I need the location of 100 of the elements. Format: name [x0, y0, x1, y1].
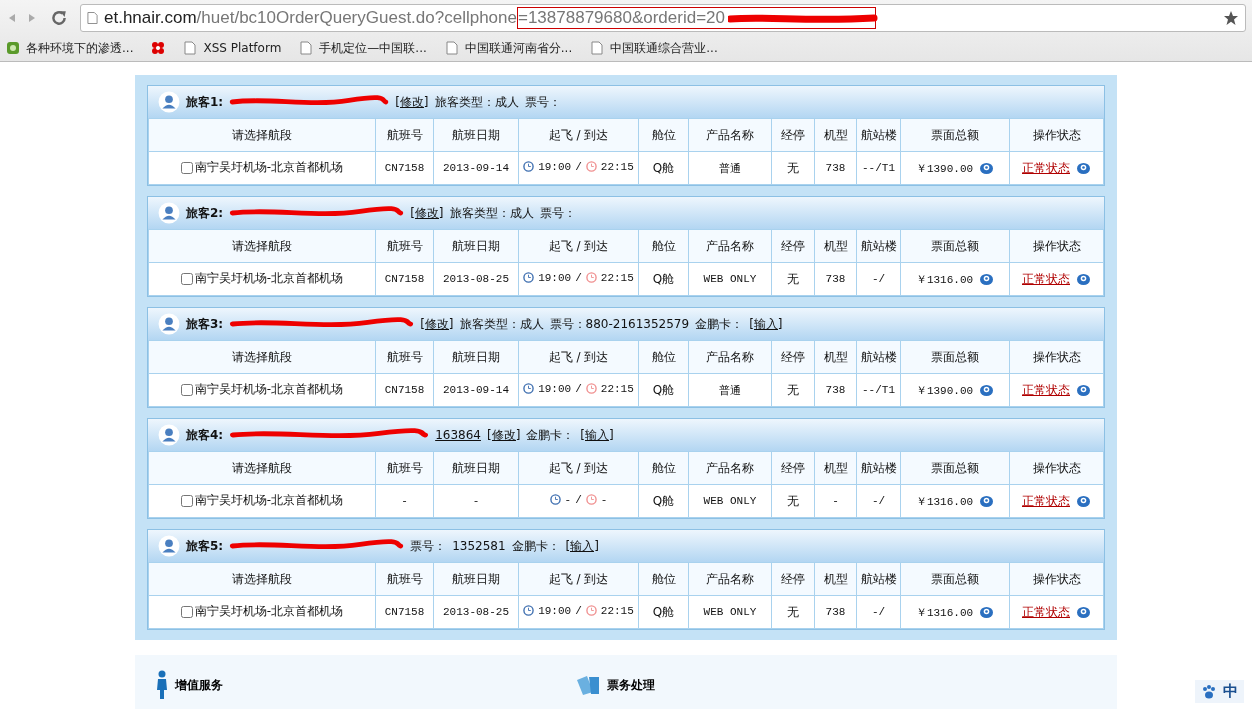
segment-checkbox[interactable] [180, 605, 193, 618]
service-title[interactable]: 增值服务 [175, 676, 223, 694]
paw-icon [1201, 683, 1217, 700]
header-link[interactable]: [输入] [580, 426, 614, 444]
table-cell: 738 [814, 373, 857, 407]
table-cell: - [814, 484, 857, 518]
column-header: 航站楼 [856, 340, 901, 374]
table-cell: - [433, 484, 519, 518]
segment-label: 南宁吴圩机场-北京首都机场 [194, 492, 344, 510]
column-header: 产品名称 [688, 118, 772, 152]
segment-checkbox[interactable] [180, 383, 193, 396]
app-icon [6, 41, 20, 55]
passenger-label: 旅客5: [186, 537, 224, 555]
column-header: 航站楼 [856, 451, 901, 485]
segment-checkbox[interactable] [180, 494, 193, 507]
help-icon[interactable] [1076, 494, 1091, 508]
help-icon[interactable] [1076, 605, 1091, 619]
page-icon [87, 11, 98, 25]
header-text: 票号： [539, 204, 576, 222]
help-icon[interactable] [979, 383, 995, 397]
bookmark-item[interactable]: 中国联通综合营业... [590, 39, 718, 57]
clock-icon [523, 161, 535, 173]
page-icon [183, 41, 198, 55]
header-link[interactable]: [修改] [410, 204, 444, 222]
star-icon[interactable] [1223, 10, 1239, 26]
person-icon [158, 202, 180, 224]
table-cell: Q舱 [638, 373, 689, 407]
table-cell: 738 [814, 151, 857, 185]
header-text: 旅客类型：成人 [434, 93, 519, 111]
tickets-icon [575, 674, 601, 696]
time-separator: / [575, 271, 582, 284]
bookmark-label: 手机定位—中国联... [319, 39, 427, 57]
table-cell: -/ [856, 484, 901, 518]
departure-time: - [564, 493, 572, 506]
url-path: /huet/bc10OrderQueryGuest.do?cellphone [196, 8, 517, 28]
arrival-time: 22:15 [600, 160, 634, 173]
table-cell: 无 [771, 373, 815, 407]
column-header: 机型 [814, 229, 857, 263]
help-icon[interactable] [979, 272, 995, 286]
passenger-label: 旅客2: [186, 204, 224, 222]
column-header: 航站楼 [856, 118, 901, 152]
bookmark-item[interactable] [151, 41, 166, 55]
table-cell: 2013-09-14 [433, 373, 519, 407]
header-text: 金鹏卡： [695, 315, 744, 333]
segment-checkbox[interactable] [180, 161, 193, 174]
header-link[interactable]: [修改] [486, 426, 521, 444]
column-header: 票面总额 [900, 118, 1010, 152]
bookmark-item[interactable]: 中国联通河南省分... [444, 39, 573, 57]
table-cell: CN7158 [375, 262, 434, 296]
header-link[interactable]: 163864 [435, 428, 481, 442]
passenger-label: 旅客4: [186, 426, 224, 444]
help-icon[interactable] [1076, 272, 1091, 286]
clock-icon [523, 605, 535, 617]
header-link[interactable]: [修改] [420, 315, 454, 333]
table-cell: 2013-09-14 [433, 151, 519, 185]
clock-icon [585, 383, 597, 395]
help-icon[interactable] [979, 605, 995, 619]
header-link[interactable]: [输入] [749, 315, 783, 333]
column-header: 航班号 [375, 229, 434, 263]
column-header: 机型 [814, 562, 857, 596]
header-link[interactable]: [修改] [395, 93, 429, 111]
column-header: 航站楼 [856, 229, 901, 263]
column-header: 票面总额 [900, 451, 1010, 485]
column-header: 操作状态 [1009, 118, 1104, 152]
address-bar[interactable]: et.hnair.com/huet/bc10OrderQueryGuest.do?cellphone=13878879680&orderid=20 [80, 4, 1246, 32]
segment-label: 南宁吴圩机场-北京首都机场 [194, 603, 344, 621]
column-header: 经停 [771, 562, 815, 596]
attendant-icon [155, 670, 169, 700]
table-cell: 2013-08-25 [433, 595, 519, 629]
reload-icon[interactable] [50, 9, 68, 27]
arrival-time: 22:15 [600, 604, 634, 617]
column-header: 航班号 [375, 451, 434, 485]
clock-icon [585, 494, 597, 506]
column-header: 机型 [814, 340, 857, 374]
help-icon[interactable] [979, 494, 995, 508]
table-cell: 738 [814, 595, 857, 629]
column-header: 请选择航段 [148, 340, 376, 374]
bookmark-label: 中国联通综合营业... [610, 39, 718, 57]
header-text: 旅客类型：成人 [459, 315, 544, 333]
header-link[interactable]: [输入] [565, 537, 599, 555]
price-text: ￥1316.00 [915, 605, 974, 620]
help-icon[interactable] [1076, 383, 1091, 397]
service-title[interactable]: 票务处理 [607, 676, 655, 694]
segment-label: 南宁吴圩机场-北京首都机场 [194, 159, 344, 177]
segment-label: 南宁吴圩机场-北京首都机场 [194, 381, 344, 399]
help-icon[interactable] [979, 161, 995, 175]
help-icon[interactable] [1076, 161, 1091, 175]
bookmark-item[interactable]: XSS Platform [183, 41, 282, 55]
ime-indicator[interactable]: 中 [1195, 680, 1244, 703]
segment-checkbox[interactable] [180, 272, 193, 285]
header-text: 1352581 [452, 539, 506, 553]
person-icon [158, 313, 180, 335]
column-header: 航班号 [375, 340, 434, 374]
bookmark-item[interactable]: 各种环境下的渗透... [6, 39, 134, 57]
column-header: 产品名称 [688, 562, 772, 596]
bookmark-item[interactable]: 手机定位—中国联... [299, 39, 427, 57]
table-cell: 无 [771, 484, 815, 518]
page-icon [299, 41, 314, 55]
column-header: 航班号 [375, 118, 434, 152]
price-text: ￥1390.00 [915, 383, 974, 398]
